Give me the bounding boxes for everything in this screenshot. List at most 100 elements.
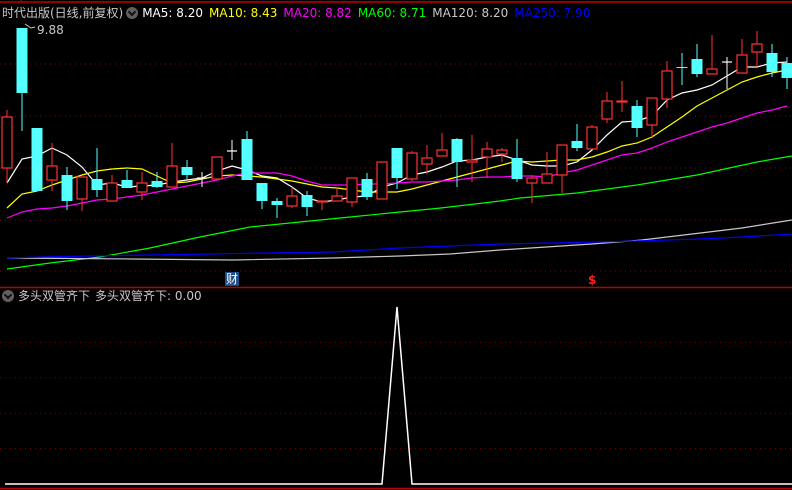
candle bbox=[526, 175, 538, 203]
ma250-label: MA250: 7.90 bbox=[514, 6, 591, 20]
candle-body bbox=[166, 165, 178, 188]
candle bbox=[361, 173, 373, 200]
candle-body bbox=[601, 100, 613, 120]
candle-body bbox=[736, 54, 748, 74]
ma5-label: MA5: 8.20 bbox=[142, 6, 203, 20]
max-price-pointer bbox=[24, 23, 36, 29]
candle bbox=[736, 39, 748, 74]
candle bbox=[181, 160, 193, 180]
ma10-label: MA10: 8.43 bbox=[208, 6, 278, 20]
dividend-marker[interactable]: $ bbox=[588, 273, 596, 287]
indicator-value: 多头双管齐下: 0.00 bbox=[95, 289, 202, 303]
candle-body bbox=[646, 97, 658, 126]
panel-frame bbox=[0, 0, 792, 490]
candle-body bbox=[1, 116, 13, 169]
candle bbox=[256, 183, 268, 209]
candle bbox=[481, 142, 493, 178]
indicator-gridlines bbox=[0, 341, 792, 450]
candle-body bbox=[46, 165, 58, 181]
candle bbox=[227, 140, 237, 160]
candle bbox=[722, 57, 732, 89]
candle bbox=[706, 35, 718, 75]
candle bbox=[421, 145, 433, 174]
candle bbox=[676, 53, 688, 85]
candle-body bbox=[331, 195, 343, 202]
indicator-line bbox=[5, 306, 792, 485]
candle-body bbox=[436, 149, 448, 157]
candle-body bbox=[256, 183, 268, 201]
candle-body bbox=[31, 128, 43, 191]
candle bbox=[376, 161, 388, 200]
candle bbox=[511, 139, 523, 182]
candle-body bbox=[481, 148, 493, 158]
candle-body bbox=[676, 67, 688, 68]
candle bbox=[691, 44, 703, 77]
candle-body bbox=[541, 173, 553, 184]
candle-body bbox=[466, 159, 478, 163]
ma250-line bbox=[6, 233, 792, 259]
candle bbox=[241, 131, 253, 180]
candle-body bbox=[586, 126, 598, 150]
candle-body bbox=[511, 158, 523, 179]
candle bbox=[631, 100, 643, 137]
candle-body bbox=[241, 139, 253, 180]
candle-body bbox=[421, 157, 433, 165]
chart-title: 时代出版(日线,前复权) bbox=[2, 6, 124, 20]
candle bbox=[616, 81, 628, 112]
candle-body bbox=[136, 182, 148, 193]
candle-body bbox=[16, 28, 28, 93]
stock-chart-window: 时代出版(日线,前复权) MA5: 8.20 MA10: 8.43 MA20: … bbox=[0, 0, 792, 490]
main-legend: 时代出版(日线,前复权) MA5: 8.20 MA10: 8.43 MA20: … bbox=[2, 5, 596, 21]
indicator-name: 多头双管齐下 bbox=[18, 289, 91, 303]
candle bbox=[646, 97, 658, 137]
candle-body bbox=[121, 180, 133, 188]
candle bbox=[406, 151, 418, 181]
candle-body bbox=[766, 53, 778, 72]
candle bbox=[61, 167, 73, 210]
candle bbox=[121, 170, 133, 188]
ma20-label: MA20: 8.82 bbox=[283, 6, 352, 20]
candle bbox=[601, 92, 613, 123]
indicator-legend: 多头双管齐下 多头双管齐下: 0.00 bbox=[2, 289, 207, 303]
candle bbox=[346, 177, 358, 207]
candle-body bbox=[376, 161, 388, 200]
candle bbox=[211, 156, 223, 180]
candle bbox=[751, 31, 763, 67]
candle-body bbox=[556, 144, 568, 176]
candle-body bbox=[91, 179, 103, 190]
chart-canvas[interactable] bbox=[0, 0, 792, 490]
candle-body bbox=[361, 179, 373, 197]
candle bbox=[106, 175, 118, 202]
candle bbox=[1, 110, 13, 183]
candle-body bbox=[451, 139, 463, 162]
candle-body bbox=[301, 195, 313, 207]
candle bbox=[331, 187, 343, 202]
candle-body bbox=[631, 106, 643, 128]
candle-body bbox=[661, 70, 673, 100]
candle-body bbox=[151, 181, 163, 187]
max-price-label: 9.88 bbox=[37, 23, 64, 37]
candle-body bbox=[406, 152, 418, 180]
indicator-series bbox=[5, 306, 792, 485]
candle-body bbox=[271, 201, 283, 205]
candle-body bbox=[706, 68, 718, 75]
candle bbox=[76, 176, 88, 211]
candle-body bbox=[76, 176, 88, 200]
candle-body bbox=[526, 177, 538, 184]
ma120-label: MA120: 8.20 bbox=[432, 6, 509, 20]
financial-report-marker[interactable]: 财 bbox=[225, 272, 239, 286]
candle-body bbox=[691, 59, 703, 74]
candle bbox=[166, 143, 178, 188]
candle-body bbox=[391, 148, 403, 178]
candle-body bbox=[751, 43, 763, 53]
chevron-down-icon[interactable] bbox=[126, 7, 139, 19]
candle-body bbox=[211, 156, 223, 180]
max-price-value: 9.88 bbox=[37, 23, 64, 37]
candle-body bbox=[781, 63, 792, 78]
candle-body bbox=[346, 177, 358, 203]
candle-body bbox=[286, 195, 298, 207]
candlestick-series bbox=[1, 23, 792, 218]
chevron-down-icon[interactable] bbox=[2, 290, 14, 302]
candle-body bbox=[61, 175, 73, 201]
candle bbox=[271, 198, 283, 218]
